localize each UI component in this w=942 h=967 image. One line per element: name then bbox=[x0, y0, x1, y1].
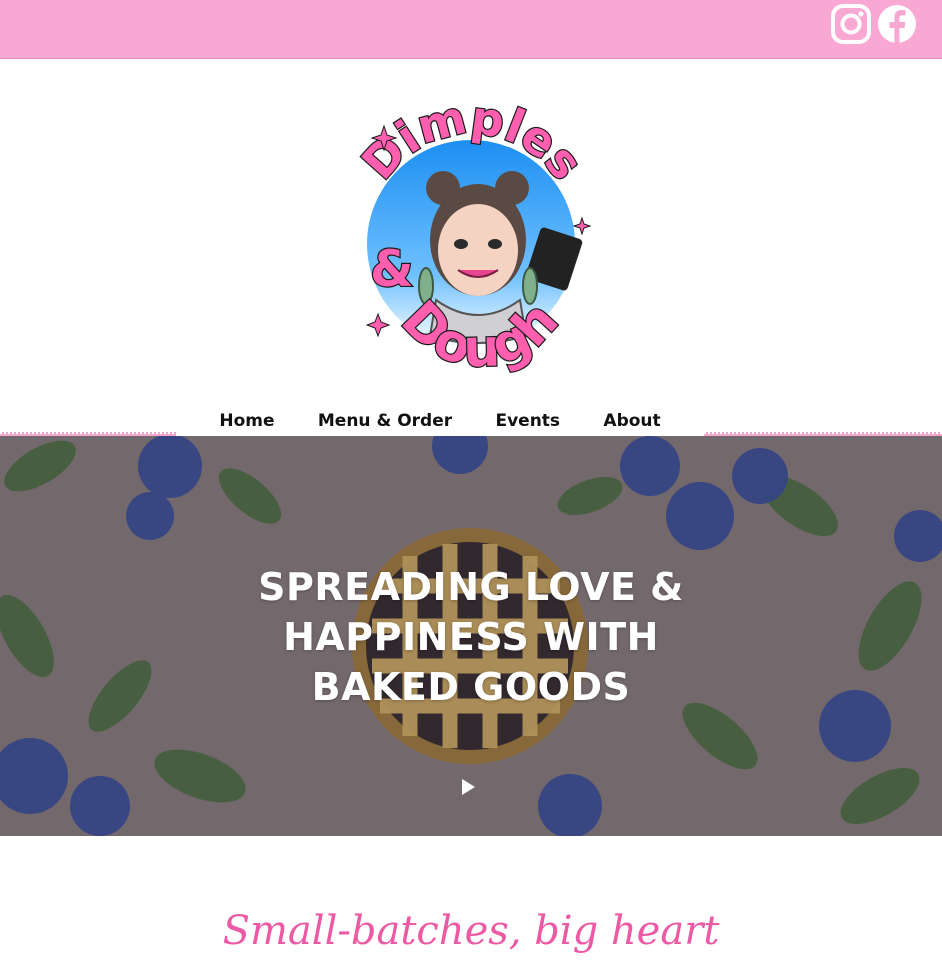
top-bar bbox=[0, 0, 942, 59]
hero-section: SPREADING LOVE & HAPPINESS WITH BAKED GO… bbox=[0, 436, 942, 836]
hero-headline-line-1: SPREADING LOVE & bbox=[258, 565, 684, 609]
main-nav: Home Menu & Order Events About bbox=[0, 406, 942, 439]
nav-item-menu-order[interactable]: Menu & Order bbox=[318, 411, 452, 431]
social-links bbox=[830, 3, 918, 45]
facebook-icon[interactable] bbox=[876, 3, 918, 45]
logo-ampersand: & bbox=[370, 240, 414, 298]
hero-headline-line-3: BAKED GOODS bbox=[311, 665, 631, 709]
nav-item-events[interactable]: Events bbox=[495, 411, 560, 431]
nav-menu: Home Menu & Order Events About bbox=[176, 406, 704, 436]
tagline-heading: Small-batches, big heart bbox=[222, 908, 720, 954]
hero-headline: SPREADING LOVE & HAPPINESS WITH BAKED GO… bbox=[0, 562, 942, 712]
hero-headline-line-2: HAPPINESS WITH bbox=[283, 615, 659, 659]
brand-logo[interactable]: Dimples & Dough bbox=[340, 89, 602, 388]
instagram-icon[interactable] bbox=[830, 3, 872, 45]
nav-item-about[interactable]: About bbox=[603, 411, 660, 431]
nav-item-home[interactable]: Home bbox=[219, 411, 274, 431]
play-icon[interactable] bbox=[459, 778, 477, 796]
